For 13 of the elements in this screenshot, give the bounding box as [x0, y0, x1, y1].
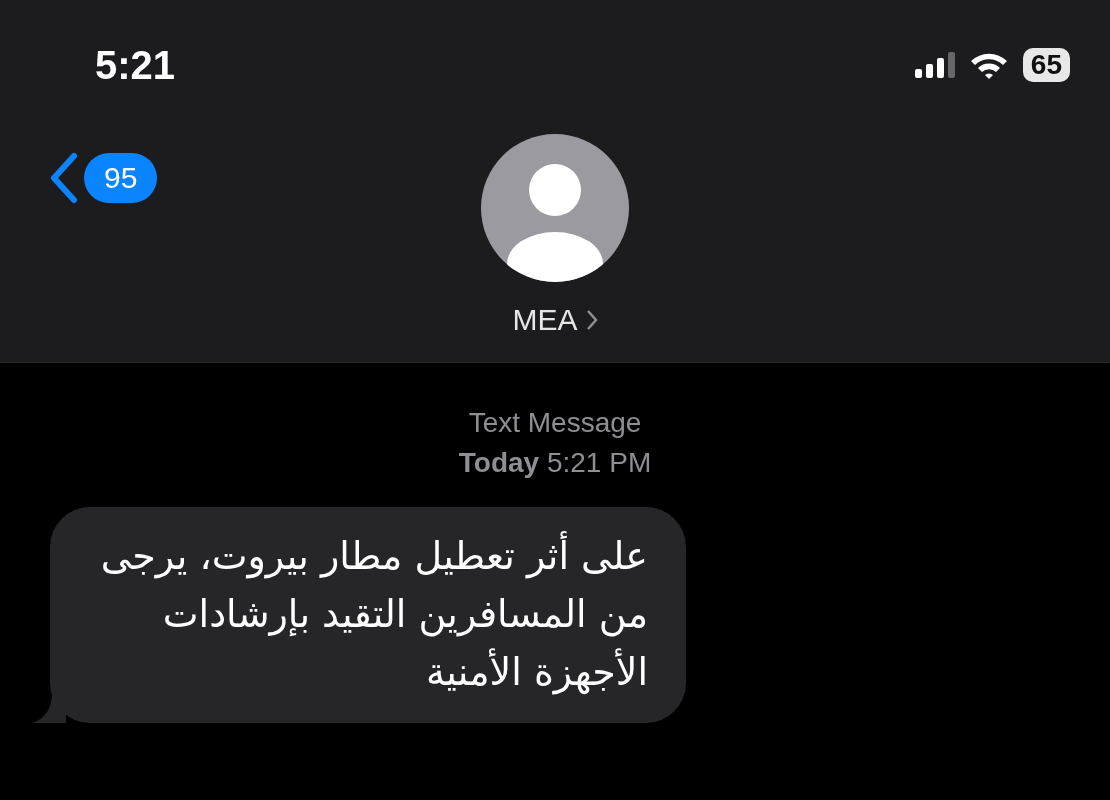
battery-level: 65	[1022, 48, 1070, 82]
message-timestamp: Today 5:21 PM	[458, 446, 652, 480]
status-time: 5:21	[95, 42, 176, 88]
avatar-icon	[481, 134, 629, 282]
contact-name[interactable]: MEA	[506, 302, 604, 338]
chevron-right-icon	[585, 309, 598, 331]
back-button[interactable]: 95	[48, 152, 158, 204]
signal-icon	[914, 52, 955, 78]
chevron-left-icon	[48, 152, 80, 204]
service-label: Text Message	[468, 406, 642, 440]
message-bubble: على أثر تعطيل مطار بيروت، يرجى من المسافرين التقيد بإرشادات الأجهزة الأمنية	[50, 507, 686, 723]
bubble-tail	[32, 693, 66, 723]
unread-count-badge: 95	[84, 153, 158, 203]
